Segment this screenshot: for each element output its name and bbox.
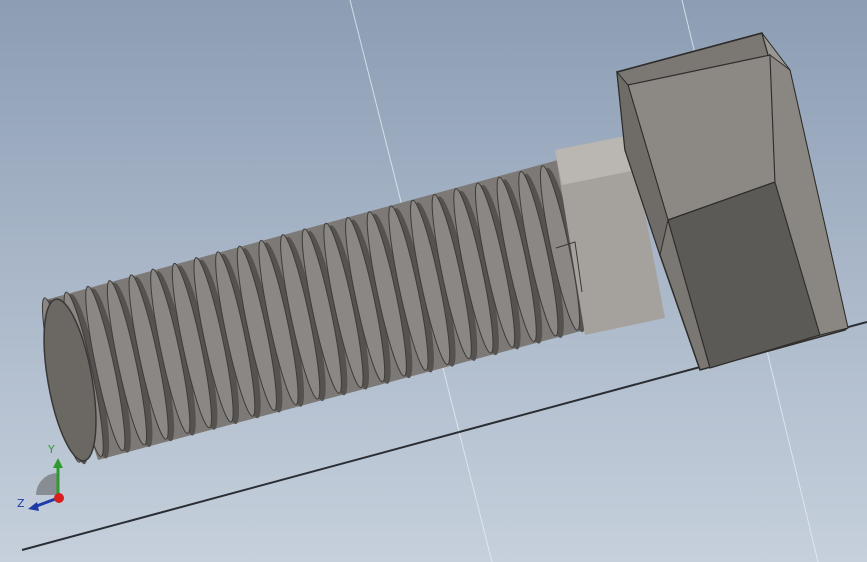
triad-x-axis-dot — [54, 493, 64, 503]
triad-z-label: Z — [17, 497, 25, 510]
graphics-viewport[interactable]: Y Z — [0, 0, 867, 562]
view-orientation-triad[interactable] — [28, 458, 64, 511]
triad-y-label: Y — [48, 443, 55, 456]
model-scene — [21, 0, 867, 562]
bolt-threads[interactable] — [34, 160, 593, 466]
